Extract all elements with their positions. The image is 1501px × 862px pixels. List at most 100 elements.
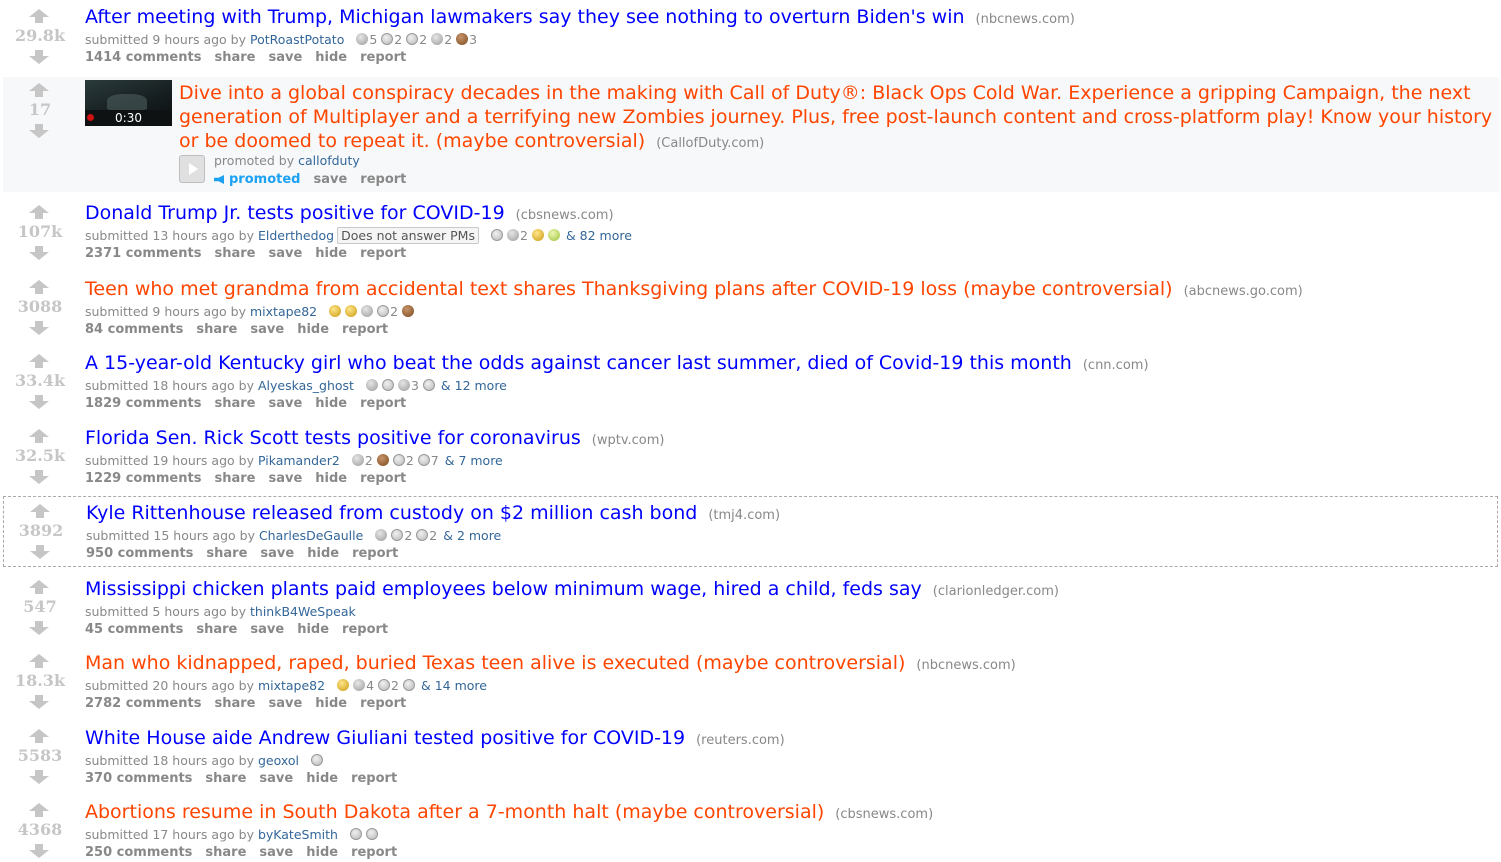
hide-button[interactable]: hide (297, 322, 329, 337)
report-button[interactable]: report (351, 771, 397, 786)
silver-award-icon[interactable] (365, 379, 378, 391)
share-button[interactable]: share (214, 471, 255, 486)
post-domain[interactable]: (cbsnews.com) (835, 807, 933, 822)
share-button[interactable]: share (205, 771, 246, 786)
post-author[interactable]: Pikamander2 (258, 453, 340, 468)
more-awards-link[interactable]: & 82 more (566, 228, 632, 243)
wholesome-award-icon[interactable] (365, 828, 378, 840)
post-domain[interactable]: (tmj4.com) (708, 508, 780, 523)
hide-button[interactable]: hide (315, 471, 347, 486)
comments-link[interactable]: 370 comments (85, 771, 192, 786)
comments-link[interactable]: 84 comments (85, 322, 183, 337)
silver-award-icon[interactable] (356, 33, 369, 45)
downvote-arrow-icon[interactable] (29, 395, 49, 409)
downvote-arrow-icon[interactable] (29, 470, 49, 484)
report-button[interactable]: report (351, 845, 397, 860)
save-button[interactable]: save (259, 771, 293, 786)
hide-button[interactable]: hide (306, 771, 338, 786)
money-award-icon[interactable] (397, 379, 410, 391)
post-title[interactable]: Kyle Rittenhouse released from custody o… (86, 502, 697, 524)
post-title[interactable]: Teen who met grandma from accidental tex… (85, 278, 1173, 300)
save-button[interactable]: save (268, 246, 302, 261)
sad-award-icon[interactable] (337, 679, 350, 691)
save-button[interactable]: save (268, 696, 302, 711)
facepalm-award-icon[interactable] (490, 229, 503, 241)
hide-button[interactable]: hide (306, 845, 338, 860)
downvote-arrow-icon[interactable] (29, 770, 49, 784)
report-button[interactable]: report (342, 322, 388, 337)
comments-link[interactable]: 2371 comments (85, 246, 201, 261)
dog-award-icon[interactable] (403, 679, 415, 691)
downvote-arrow-icon[interactable] (29, 50, 49, 64)
save-button[interactable]: save (268, 471, 302, 486)
hide-button[interactable]: hide (315, 396, 347, 411)
more-awards-link[interactable]: & 7 more (445, 453, 503, 468)
report-button[interactable]: report (352, 546, 398, 561)
post-author[interactable]: CharlesDeGaulle (259, 528, 363, 543)
downvote-arrow-icon[interactable] (29, 124, 49, 138)
report-button[interactable]: report (360, 172, 406, 187)
wholesome-award-icon[interactable] (406, 33, 419, 45)
upvote-arrow-icon[interactable] (29, 280, 49, 294)
silver-award-icon[interactable] (506, 229, 519, 241)
comments-link[interactable]: 1414 comments (85, 50, 201, 65)
comments-link[interactable]: 2782 comments (85, 696, 201, 711)
post-author[interactable]: callofduty (298, 153, 360, 168)
share-button[interactable]: share (214, 696, 255, 711)
post-domain[interactable]: (clarionledger.com) (933, 584, 1059, 599)
share-button[interactable]: share (214, 50, 255, 65)
promoted-title[interactable]: Dive into a global conspiracy decades in… (179, 82, 1492, 152)
post-domain[interactable]: (nbcnews.com) (976, 12, 1075, 27)
helpful-award-icon[interactable] (378, 679, 391, 691)
post-domain[interactable]: (wptv.com) (592, 433, 665, 448)
report-button[interactable]: report (360, 50, 406, 65)
comments-link[interactable]: 1229 comments (85, 471, 201, 486)
promoted-label[interactable]: promoted (214, 172, 300, 187)
upvote-arrow-icon[interactable] (29, 654, 49, 668)
facepalm-award-icon[interactable] (310, 754, 323, 766)
post-title[interactable]: White House aide Andrew Giuliani tested … (85, 727, 685, 749)
silver-award-icon[interactable] (353, 679, 366, 691)
post-title[interactable]: After meeting with Trump, Michigan lawma… (85, 6, 965, 28)
report-button[interactable]: report (360, 471, 406, 486)
wholesome-award-icon[interactable] (377, 305, 390, 317)
helpful-award-icon[interactable] (349, 828, 362, 840)
share-button[interactable]: share (214, 246, 255, 261)
hide-button[interactable]: hide (315, 50, 347, 65)
wholesome-award-icon[interactable] (416, 529, 429, 541)
upvote-arrow-icon[interactable] (29, 354, 49, 368)
post-title[interactable]: A 15-year-old Kentucky girl who beat the… (85, 352, 1072, 374)
comments-link[interactable]: 45 comments (85, 622, 183, 637)
play-icon[interactable] (179, 155, 205, 183)
post-author[interactable]: Alyeskas_ghost (258, 378, 354, 393)
hide-button[interactable]: hide (315, 696, 347, 711)
post-domain[interactable]: (CallofDuty.com) (656, 136, 764, 151)
save-button[interactable]: save (250, 622, 284, 637)
share-button[interactable]: share (214, 396, 255, 411)
downvote-arrow-icon[interactable] (30, 545, 50, 559)
save-button[interactable]: save (268, 50, 302, 65)
save-button[interactable]: save (260, 546, 294, 561)
save-button[interactable]: save (259, 845, 293, 860)
upvote-arrow-icon[interactable] (29, 803, 49, 817)
share-button[interactable]: share (206, 546, 247, 561)
helpful-award-icon[interactable] (391, 529, 404, 541)
bronze-award-icon[interactable] (456, 33, 469, 45)
downvote-arrow-icon[interactable] (29, 321, 49, 335)
upvote-arrow-icon[interactable] (30, 504, 50, 518)
more-awards-link[interactable]: & 2 more (443, 528, 501, 543)
share-button[interactable]: share (196, 322, 237, 337)
gleam-award-icon[interactable] (547, 229, 560, 241)
post-title[interactable]: Mississippi chicken plants paid employee… (85, 578, 922, 600)
hide-button[interactable]: hide (307, 546, 339, 561)
money-award-icon[interactable] (431, 33, 444, 45)
post-author[interactable]: PotRoastPotato (250, 32, 344, 47)
post-domain[interactable]: (cnn.com) (1083, 358, 1149, 373)
upvote-arrow-icon[interactable] (29, 429, 49, 443)
post-domain[interactable]: (reuters.com) (696, 733, 785, 748)
post-author[interactable]: geoxol (258, 753, 299, 768)
report-button[interactable]: report (360, 246, 406, 261)
wholesome-award-icon[interactable] (417, 454, 430, 466)
hide-button[interactable]: hide (297, 622, 329, 637)
post-domain[interactable]: (cbsnews.com) (516, 208, 614, 223)
